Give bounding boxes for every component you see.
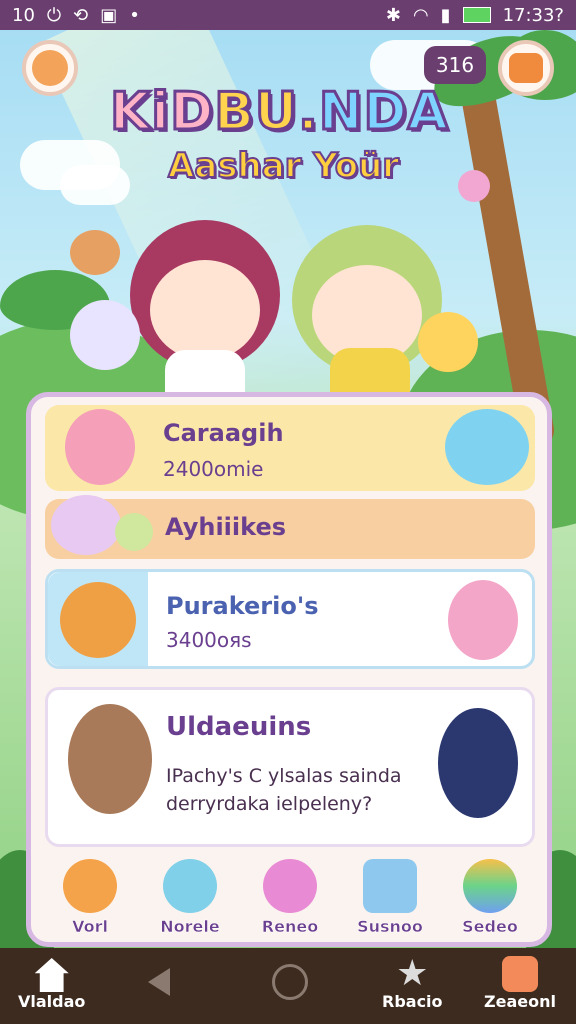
- profile-button[interactable]: [22, 40, 78, 96]
- card-subtitle: 3400oяs: [166, 628, 252, 652]
- nav-label: Norele: [160, 917, 220, 937]
- brown-hair-girl-mascot: [68, 704, 152, 814]
- girl-face: [150, 260, 260, 360]
- nav-label: Sedeo: [462, 917, 518, 937]
- face-icon: [32, 50, 68, 86]
- nav-item-susnoo[interactable]: Susnoo: [345, 859, 435, 949]
- power-icon: ⏻: [46, 4, 62, 26]
- blue-slime-mascot: [445, 409, 529, 485]
- orange-fox-mascot: [60, 582, 136, 658]
- home-circle-icon[interactable]: [272, 964, 308, 1000]
- menu-panel: Caraagih 2400omie Ayhiiikes Purakerio's …: [26, 392, 552, 947]
- pink-cat-mascot: [65, 409, 135, 485]
- right-nav-button[interactable]: Zeaeonl: [484, 956, 556, 1011]
- system-nav-bar: Vlaldao ★ Rbacio Zeaeonl: [0, 948, 576, 1024]
- battery-icon: [462, 7, 491, 23]
- bottom-menu: Vorl Norele Reneo Susnoo Sedeo: [45, 859, 535, 949]
- logo-part: KiD: [108, 81, 215, 144]
- blue-creature-icon: [163, 859, 217, 913]
- home-label: Vlaldao: [18, 992, 86, 1011]
- image-icon: ▣: [100, 4, 118, 26]
- menu-card[interactable]: Caraagih 2400omie: [45, 405, 535, 491]
- dark-hair-girl-mascot: [438, 708, 518, 818]
- menu-card[interactable]: Ayhiiikes: [45, 495, 535, 559]
- status-right-text: 17:33?: [502, 4, 564, 26]
- nav-label: Vorl: [72, 917, 108, 937]
- logo-part: BU.: [213, 81, 320, 144]
- pink-hair-girl-mascot: [448, 580, 518, 660]
- home-button[interactable]: Vlaldao: [18, 958, 85, 1011]
- card-description: IPachy's C ylsalas sainda derryrdaka iel…: [166, 762, 402, 818]
- fox-icon: [509, 53, 543, 83]
- nav-item-norele[interactable]: Norele: [145, 859, 235, 949]
- winged-pet-mascot: [51, 495, 121, 555]
- game-logo: KiDBU.NDA: [108, 81, 449, 144]
- sync-icon: ⟲: [73, 4, 89, 26]
- dot-icon: •: [129, 4, 140, 26]
- bluetooth-icon: ✱: [385, 4, 401, 26]
- star-label: Rbacio: [382, 992, 443, 1011]
- nav-item-vorl[interactable]: Vorl: [45, 859, 135, 949]
- card-title: Caraagih: [163, 419, 284, 447]
- rainbow-egg-icon: [463, 859, 517, 913]
- white-bunny-pet: [70, 300, 140, 370]
- star-button[interactable]: ★ Rbacio: [382, 953, 443, 1012]
- green-pet-mascot: [115, 513, 153, 551]
- card-title: Ayhiiikes: [165, 513, 287, 541]
- pink-bunny: [458, 170, 490, 202]
- menu-card[interactable]: Uldaeuins IPachy's C ylsalas sainda derr…: [45, 687, 535, 847]
- fox-icon: [501, 956, 538, 992]
- yellow-chick-pet: [418, 312, 478, 372]
- card-subtitle: 2400omie: [163, 457, 264, 481]
- logo-part: NDA: [317, 81, 449, 144]
- carrot-icon: [63, 859, 117, 913]
- coin-counter: 316: [424, 46, 486, 84]
- blue-box-icon: [363, 859, 417, 913]
- back-icon[interactable]: [148, 968, 170, 996]
- card-title: Uldaeuins: [166, 712, 312, 742]
- status-bar: 10 ⏻ ⟲ ▣ • ✱ ◠ ▮ 17:33?: [0, 0, 576, 30]
- card-title: Purakerio's: [166, 592, 319, 620]
- cloud: [60, 165, 130, 205]
- nav-label: Susnoo: [357, 917, 423, 937]
- description-line: derryrdaka ielpeleny?: [166, 793, 373, 815]
- description-line: IPachy's C ylsalas sainda: [166, 765, 402, 787]
- nav-label: Reneo: [261, 917, 319, 937]
- wifi-icon: ◠: [412, 4, 429, 26]
- brown-cat-pet: [70, 230, 120, 275]
- game-subtitle: Aashar Yoür: [167, 145, 400, 187]
- right-nav-label: Zeaeonl: [484, 992, 556, 1011]
- nav-item-reneo[interactable]: Reneo: [245, 859, 335, 949]
- star-icon: ★: [396, 953, 429, 994]
- menu-card[interactable]: Purakerio's 3400oяs: [45, 569, 535, 669]
- signal-icon: ▮: [440, 4, 451, 26]
- nav-item-sedeo[interactable]: Sedeo: [445, 859, 535, 949]
- status-time: 10: [12, 4, 35, 26]
- pink-house-icon: [263, 859, 317, 913]
- shop-button[interactable]: [498, 40, 554, 96]
- home-icon: [34, 958, 69, 992]
